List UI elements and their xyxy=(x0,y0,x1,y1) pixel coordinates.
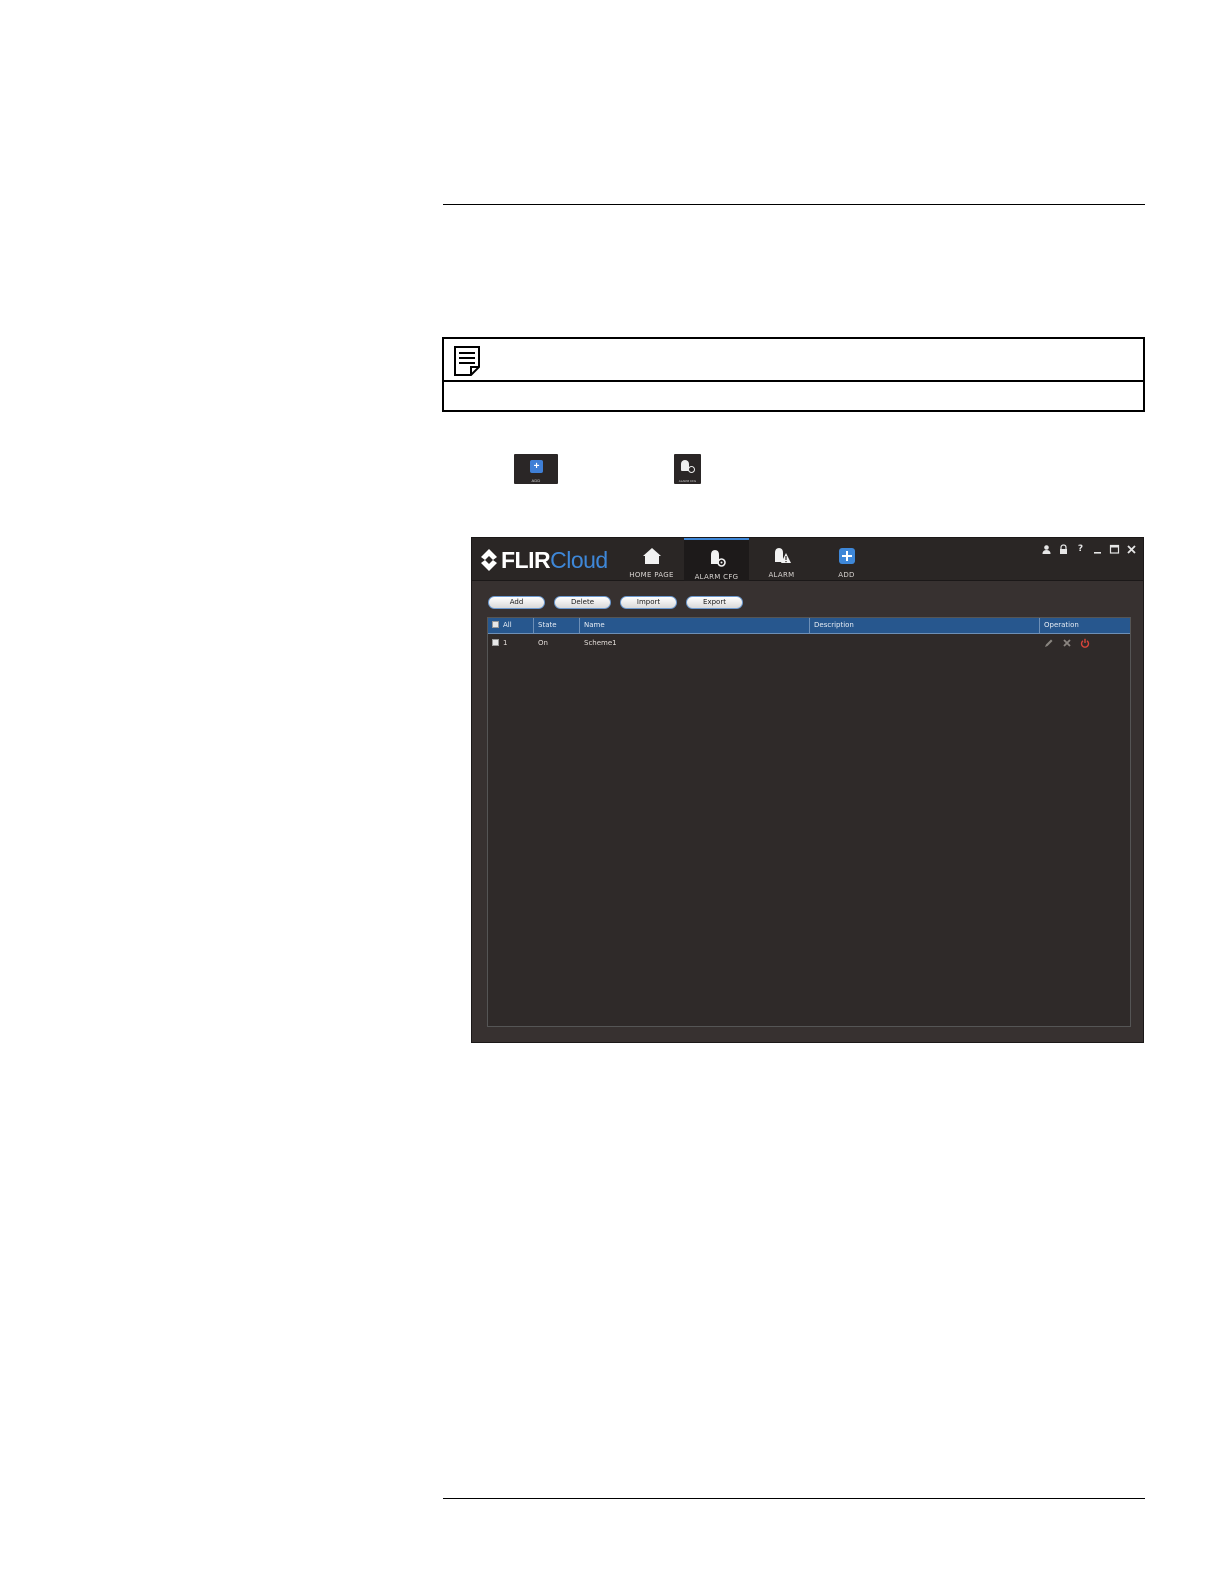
flir-cloud-logo: FLIR Cloud xyxy=(480,546,608,574)
column-name: Name xyxy=(580,618,810,633)
help-icon[interactable]: ? xyxy=(1075,544,1086,555)
tab-alarm-label: ALARM xyxy=(768,571,795,579)
column-all: All xyxy=(488,618,534,633)
main-nav: HOME PAGE ALARM CFG ALARM ADD xyxy=(619,538,879,581)
window-controls: ? xyxy=(1041,544,1137,555)
column-operation: Operation xyxy=(1044,621,1079,629)
scheme-table: All State Name Description Operation 1 O… xyxy=(487,617,1131,1027)
note-icon xyxy=(454,346,480,376)
app-header: FLIR Cloud HOME PAGE ALARM CFG ALARM ADD… xyxy=(472,538,1143,581)
alarm-cfg-thumbnail-caption: ALARM CFG xyxy=(678,479,697,483)
tab-home-page-label: HOME PAGE xyxy=(629,571,674,579)
note-body xyxy=(444,382,1143,410)
export-button[interactable]: Export xyxy=(686,596,743,609)
header-rule xyxy=(443,204,1145,205)
alarm-icon xyxy=(774,548,791,563)
tab-alarm[interactable]: ALARM xyxy=(749,538,814,581)
tab-add-label: ADD xyxy=(838,571,855,579)
maximize-icon[interactable] xyxy=(1109,544,1120,555)
scheme-toolbar: Add Delete Import Export xyxy=(488,596,752,609)
row-state: On xyxy=(538,639,548,647)
add-icon: + xyxy=(530,460,543,473)
gear-icon xyxy=(688,466,695,473)
tab-alarm-cfg-label: ALARM CFG xyxy=(694,573,739,581)
column-description: Description xyxy=(810,618,1040,633)
user-icon[interactable] xyxy=(1041,544,1052,555)
tab-home-page[interactable]: HOME PAGE xyxy=(619,538,684,581)
row-index: 1 xyxy=(503,639,508,647)
row-index-cell: 1 xyxy=(488,634,534,652)
add-icon xyxy=(838,548,855,564)
flir-logo-mark-icon xyxy=(481,549,497,571)
minimize-icon[interactable] xyxy=(1092,544,1103,555)
alarm-config-icon xyxy=(710,550,726,567)
add-button-thumbnail: + ADD xyxy=(514,454,558,484)
flir-cloud-window: FLIR Cloud HOME PAGE ALARM CFG ALARM ADD… xyxy=(471,537,1144,1043)
footer-rule xyxy=(443,1498,1145,1499)
row-name: Scheme1 xyxy=(584,639,617,647)
delete-icon[interactable] xyxy=(1062,638,1072,648)
row-operations xyxy=(1040,634,1130,652)
close-icon[interactable] xyxy=(1126,544,1137,555)
home-icon xyxy=(642,548,661,564)
table-header: All State Name Description Operation xyxy=(488,618,1130,634)
edit-icon[interactable] xyxy=(1044,638,1054,648)
power-icon[interactable] xyxy=(1080,638,1090,648)
select-all-checkbox[interactable] xyxy=(492,621,499,628)
delete-button[interactable]: Delete xyxy=(554,596,611,609)
add-thumbnail-caption: ADD xyxy=(531,478,541,483)
tab-add[interactable]: ADD xyxy=(814,538,879,581)
column-state: State xyxy=(534,618,580,633)
note-box xyxy=(442,337,1145,412)
tab-alarm-cfg[interactable]: ALARM CFG xyxy=(684,538,749,581)
lock-icon[interactable] xyxy=(1058,544,1069,555)
row-checkbox[interactable] xyxy=(492,639,499,646)
add-button[interactable]: Add xyxy=(488,596,545,609)
note-header xyxy=(444,339,1143,382)
column-all-label: All xyxy=(503,621,512,629)
row-description xyxy=(810,634,1040,652)
logo-text-primary: FLIR xyxy=(501,546,551,573)
table-row[interactable]: 1 On Scheme1 xyxy=(488,634,1130,652)
import-button[interactable]: Import xyxy=(620,596,677,609)
logo-text-secondary: Cloud xyxy=(550,546,608,573)
alarm-cfg-thumbnail: ALARM CFG xyxy=(674,454,701,484)
